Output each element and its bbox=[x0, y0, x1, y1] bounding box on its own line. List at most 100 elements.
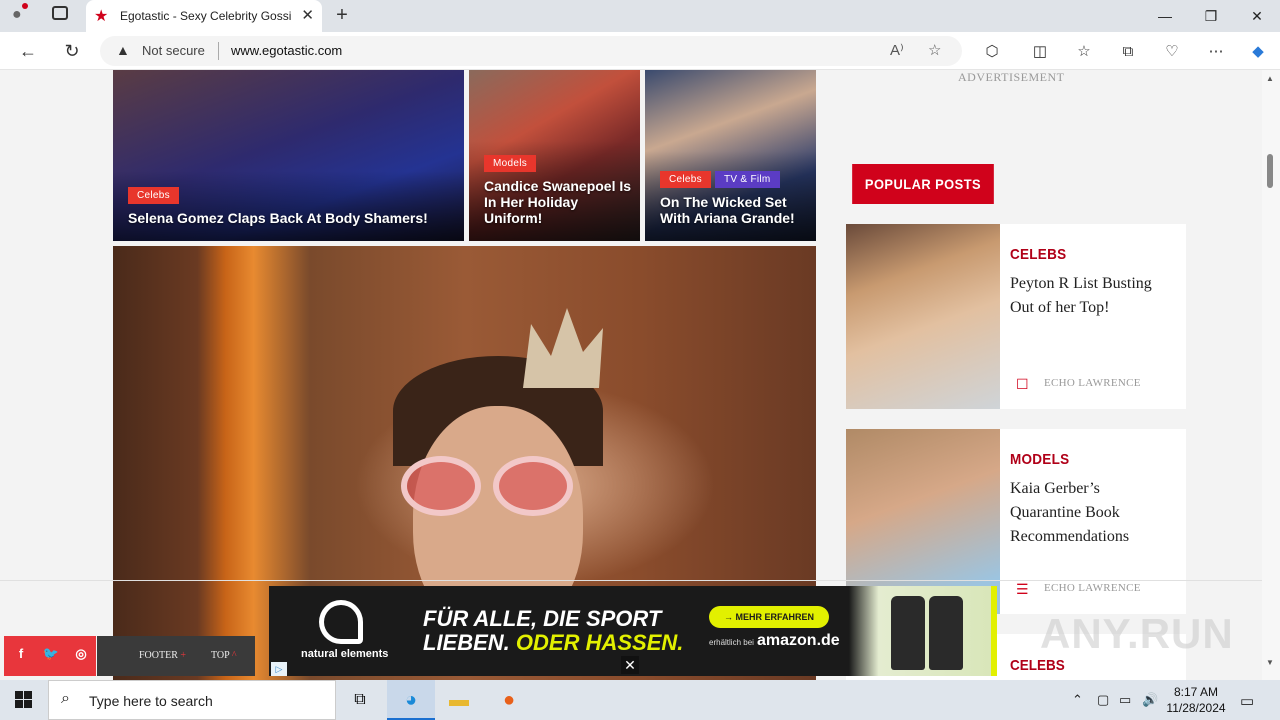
scrollbar-thumb[interactable] bbox=[1267, 154, 1273, 188]
url-field[interactable]: ▲ Not secure www.egotastic.com A⁾ ☆ bbox=[100, 36, 962, 66]
chevron-up-icon: ^ bbox=[231, 650, 237, 661]
file-explorer-icon[interactable]: ▬ bbox=[435, 680, 483, 720]
facebook-icon[interactable]: f bbox=[6, 646, 36, 661]
category-badge[interactable]: Celebs bbox=[128, 187, 179, 204]
refresh-button[interactable]: ↻ bbox=[58, 38, 86, 64]
instagram-icon[interactable]: ◎ bbox=[66, 646, 96, 662]
social-share-bar: f 🐦 ◎ bbox=[4, 636, 96, 676]
restore-button[interactable]: ❐ bbox=[1188, 0, 1234, 32]
article-card-selena[interactable]: Celebs Selena Gomez Claps Back At Body S… bbox=[113, 70, 464, 241]
category-badge[interactable]: Models bbox=[484, 155, 537, 172]
post-category[interactable]: CELEBS bbox=[1010, 246, 1066, 263]
volume-icon[interactable]: 🔊 bbox=[1142, 692, 1158, 708]
clock-date[interactable]: 11/28/2024 bbox=[1164, 700, 1228, 716]
edge-app-icon[interactable]: ◕ bbox=[387, 680, 435, 720]
article-card-candice[interactable]: Models Candice Swanepoel Is In Her Holid… bbox=[469, 70, 640, 241]
favorites-icon[interactable]: ☆ bbox=[1072, 41, 1096, 63]
product-bottle bbox=[929, 596, 963, 670]
site-favicon-icon: ★ bbox=[94, 8, 109, 25]
tab-title: Egotastic - Sexy Celebrity Gossip bbox=[120, 9, 292, 23]
post-thumbnail[interactable] bbox=[846, 224, 1000, 409]
scroll-down-icon[interactable]: ▼ bbox=[1266, 658, 1274, 667]
post-category[interactable]: MODELS bbox=[1010, 451, 1069, 468]
post-author[interactable]: ECHO LAWRENCE bbox=[1044, 377, 1141, 389]
start-button[interactable] bbox=[0, 680, 48, 720]
read-aloud-icon[interactable]: A⁾ bbox=[890, 41, 904, 59]
footer-nav: FOOTER + TOP ^ bbox=[97, 636, 255, 676]
copilot-icon[interactable]: ◆ bbox=[1246, 41, 1270, 63]
ad-brand: natural elements bbox=[301, 648, 389, 660]
product-bottle bbox=[891, 596, 925, 670]
divider bbox=[0, 580, 1262, 581]
firefox-app-icon[interactable]: ● bbox=[485, 680, 533, 720]
ad-banner[interactable]: natural elements FÜR ALLE, DIE SPORT LIE… bbox=[269, 586, 997, 676]
ad-retailer: amazon.de bbox=[757, 632, 840, 649]
ad-small-text: erhältlich bei bbox=[709, 638, 754, 647]
ad-headline-part: ODER HASSEN. bbox=[515, 630, 684, 655]
tab-egotastic[interactable]: ★ Egotastic - Sexy Celebrity Gossip ✕ bbox=[86, 0, 322, 32]
scroll-up-icon[interactable]: ▲ bbox=[1266, 74, 1274, 83]
windows-logo-icon bbox=[24, 700, 32, 708]
article-card-ariana[interactable]: Celebs TV & Film On The Wicked Set With … bbox=[645, 70, 816, 241]
post-category[interactable]: CELEBS bbox=[1010, 657, 1065, 674]
advertisement-label: ADVERTISEMENT bbox=[958, 70, 1065, 84]
extensions-icon[interactable]: ⬡ bbox=[980, 41, 1004, 63]
windows-logo-icon bbox=[15, 691, 23, 699]
popular-posts-heading: POPULAR POSTS bbox=[852, 164, 994, 204]
top-link[interactable]: TOP ^ bbox=[211, 650, 237, 661]
system-clock[interactable]: 8:17 AM 11/28/2024 bbox=[1164, 684, 1228, 716]
profile-icon[interactable]: ● bbox=[12, 3, 28, 24]
category-badge[interactable]: Celebs bbox=[660, 171, 711, 188]
search-icon: ⌕ bbox=[61, 690, 70, 707]
article-title[interactable]: Candice Swanepoel Is In Her Holiday Unif… bbox=[484, 178, 634, 226]
minimize-button[interactable]: — bbox=[1142, 0, 1188, 32]
ad-cta-button[interactable]: → MEHR ERFAHREN bbox=[709, 606, 829, 628]
address-bar: ← ↻ ▲ Not secure www.egotastic.com A⁾ ☆ … bbox=[0, 32, 1280, 70]
article-title[interactable]: On The Wicked Set With Ariana Grande! bbox=[660, 194, 810, 226]
favorite-star-icon[interactable]: ☆ bbox=[928, 41, 941, 59]
post-title[interactable]: Peyton R List Busting Out of her Top! bbox=[1010, 272, 1170, 320]
close-ad-icon[interactable]: ✕ bbox=[621, 656, 639, 674]
search-placeholder[interactable]: Type here to search bbox=[89, 693, 213, 709]
task-view-icon[interactable]: ⧉ bbox=[336, 680, 384, 720]
clock-time[interactable]: 8:17 AM bbox=[1164, 684, 1228, 700]
footer-link[interactable]: FOOTER + bbox=[139, 650, 186, 661]
top-label[interactable]: TOP bbox=[211, 650, 229, 661]
article-title[interactable]: Selena Gomez Claps Back At Body Shamers! bbox=[128, 210, 458, 226]
hero-photo-shape bbox=[493, 456, 573, 516]
network-icon[interactable]: ▭ bbox=[1119, 692, 1131, 708]
browser-essentials-icon[interactable]: ♡ bbox=[1160, 41, 1184, 63]
footer-label[interactable]: FOOTER bbox=[139, 650, 178, 661]
author-icon: ☰ bbox=[1016, 581, 1029, 597]
popular-post[interactable]: CELEBS Peyton R List Busting Out of her … bbox=[846, 224, 1186, 409]
post-title[interactable]: Kaia Gerber’s Quarantine Book Recommenda… bbox=[1010, 477, 1170, 549]
tab-actions-icon[interactable] bbox=[52, 6, 68, 20]
notifications-icon[interactable]: ▭ bbox=[1240, 692, 1254, 710]
windows-taskbar: ⌕ Type here to search ⧉ ◕ ▬ ● ⌃ ▢ ▭ 🔊 8:… bbox=[0, 680, 1280, 720]
close-window-button[interactable]: ✕ bbox=[1234, 0, 1280, 32]
show-hidden-icons-icon[interactable]: ⌃ bbox=[1072, 692, 1083, 708]
ad-accent-bar bbox=[991, 586, 997, 676]
device-icon[interactable]: ▢ bbox=[1097, 692, 1109, 708]
close-tab-icon[interactable]: ✕ bbox=[301, 6, 314, 24]
category-badge[interactable]: TV & Film bbox=[714, 171, 780, 188]
more-menu-icon[interactable]: ⋯ bbox=[1204, 41, 1228, 63]
windows-logo-icon bbox=[15, 700, 23, 708]
split-screen-icon[interactable]: ◫ bbox=[1028, 41, 1052, 63]
hero-photo-shape bbox=[401, 456, 481, 516]
collections-icon[interactable]: ⧉ bbox=[1116, 41, 1140, 63]
tab-bar: ● ★ Egotastic - Sexy Celebrity Gossip ✕ … bbox=[0, 0, 1280, 32]
warning-icon[interactable]: ▲ bbox=[116, 42, 130, 58]
security-label[interactable]: Not secure bbox=[142, 43, 205, 58]
windows-logo-icon bbox=[24, 691, 32, 699]
url-text[interactable]: www.egotastic.com bbox=[231, 43, 342, 58]
taskbar-search[interactable]: ⌕ Type here to search bbox=[48, 680, 336, 720]
page-scrollbar[interactable]: ▲ ▼ bbox=[1262, 70, 1280, 680]
new-tab-button[interactable]: + bbox=[330, 3, 354, 27]
back-button[interactable]: ← bbox=[14, 38, 42, 64]
twitter-icon[interactable]: 🐦 bbox=[36, 646, 66, 662]
brand-logo-icon bbox=[319, 600, 363, 644]
post-author[interactable]: ECHO LAWRENCE bbox=[1044, 582, 1141, 594]
category-row: Celebs TV & Film bbox=[660, 171, 780, 188]
adchoices-icon[interactable]: ▷ bbox=[271, 662, 287, 676]
